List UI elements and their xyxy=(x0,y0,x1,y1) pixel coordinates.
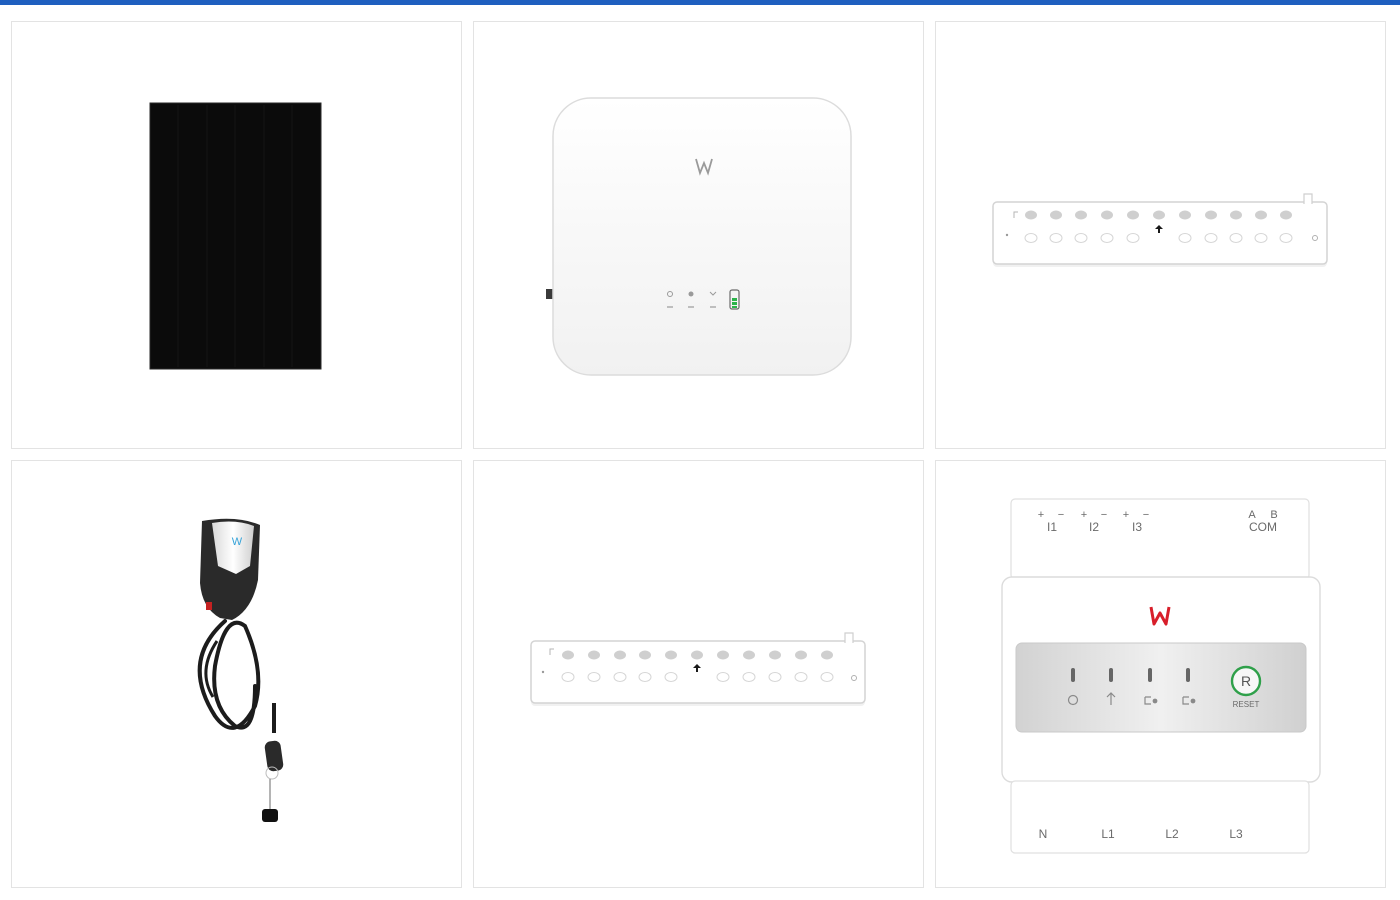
product-card-mounting-bracket-2[interactable] xyxy=(473,460,924,888)
terminal-plus-label: + xyxy=(1123,509,1129,521)
terminal-minus-label: − xyxy=(1101,509,1107,521)
terminal-plus-label: + xyxy=(1081,509,1087,521)
ev-charger-image: W GOODWE xyxy=(197,518,284,822)
terminal-i1-label: I1 xyxy=(1047,520,1057,534)
product-grid: W GOODWE + − + − + − A B I1 I2 I3 COM R … xyxy=(11,21,1389,891)
bracket-image xyxy=(530,632,866,706)
reset-letter: R xyxy=(1241,673,1251,689)
terminal-plus-label: + xyxy=(1038,509,1044,521)
reset-button[interactable]: R xyxy=(1230,665,1262,697)
solar-panel-image xyxy=(149,102,322,370)
charger-logo-icon: W xyxy=(232,536,243,548)
terminal-i3-label: I3 xyxy=(1132,520,1142,534)
terminal-l1-label: L1 xyxy=(1101,827,1115,841)
bracket-image xyxy=(992,193,1328,267)
product-card-mounting-bracket[interactable] xyxy=(935,21,1386,449)
terminal-l2-label: L2 xyxy=(1165,827,1179,841)
reset-label: RESET xyxy=(1233,700,1260,709)
product-card-solar-panel[interactable] xyxy=(11,21,462,449)
top-accent-bar xyxy=(0,0,1400,5)
terminal-l3-label: L3 xyxy=(1229,827,1243,841)
product-card-hybrid-inverter[interactable] xyxy=(473,21,924,449)
product-card-smart-meter[interactable]: + − + − + − A B I1 I2 I3 COM R RESET N L… xyxy=(935,460,1386,888)
terminal-minus-label: − xyxy=(1143,509,1149,521)
terminal-n-label: N xyxy=(1039,827,1048,841)
terminal-i2-label: I2 xyxy=(1089,520,1099,534)
product-card-ev-charger[interactable]: W GOODWE xyxy=(11,460,462,888)
inverter-image xyxy=(546,97,852,376)
smart-meter-image: + − + − + − A B I1 I2 I3 COM R RESET N L… xyxy=(1001,498,1321,854)
terminal-com-label: COM xyxy=(1249,520,1277,534)
terminal-minus-label: − xyxy=(1058,509,1064,521)
